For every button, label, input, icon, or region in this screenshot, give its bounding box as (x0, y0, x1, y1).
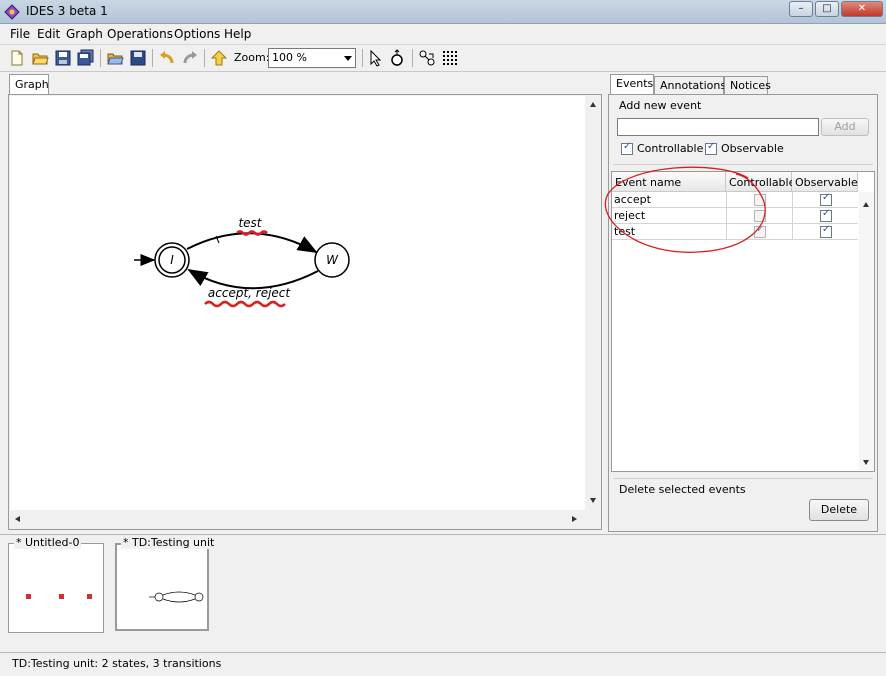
controllable-checkbox[interactable] (621, 141, 633, 155)
save-icon[interactable] (54, 49, 72, 67)
state-label: I (170, 253, 174, 267)
events-panel: Events Annotations Notices Add new event… (604, 72, 878, 532)
zoom-select[interactable]: 100 % (268, 48, 356, 68)
table-scrollbar[interactable] (859, 192, 874, 470)
menu-options[interactable]: Options (174, 27, 220, 41)
graph-panel: I W test accept, reject (8, 94, 602, 530)
grid-icon[interactable] (441, 49, 459, 67)
main-area: Graph I W test accept, reject Events Ann… (0, 72, 886, 534)
toolbar: Zoom: 100 % (0, 45, 886, 72)
delete-group-title: Delete selected events (619, 483, 746, 496)
maximize-button[interactable]: □ (815, 1, 839, 17)
tab-graph[interactable]: Graph (9, 74, 49, 94)
zoom-label: Zoom: (234, 51, 270, 64)
scroll-up-icon[interactable] (590, 102, 596, 107)
toolbar-separator (412, 49, 413, 67)
graph-canvas[interactable]: I W test accept, reject (10, 96, 585, 510)
menu-edit[interactable]: Edit (37, 27, 60, 41)
scroll-up-icon[interactable] (863, 202, 869, 207)
events-table: Event name Controllable Observable accep… (604, 166, 875, 472)
title-bar: IDES 3 beta 1 – □ ✕ (0, 0, 886, 24)
thumbnail-title: * Untitled-0 (14, 536, 82, 549)
menu-file[interactable]: File (10, 27, 30, 41)
open-folder-icon[interactable] (31, 49, 49, 67)
observable-cell-checkbox[interactable] (820, 224, 832, 238)
column-header-observable[interactable]: Observable (792, 172, 858, 192)
scroll-down-icon[interactable] (863, 460, 869, 465)
tab-annotations[interactable]: Annotations (654, 76, 726, 94)
toolbar-separator (204, 49, 205, 67)
observable-label: Observable (721, 142, 784, 155)
thumbnail-testing-unit[interactable] (115, 543, 209, 631)
app-icon (4, 4, 20, 20)
controllable-label: Controllable (637, 142, 704, 155)
state-W[interactable]: W (314, 242, 350, 278)
observable-checkbox[interactable] (705, 141, 717, 155)
menu-help[interactable]: Help (224, 27, 251, 41)
thumbnail-preview (26, 594, 92, 599)
red-circle-annotation (604, 166, 766, 253)
thumbnail-untitled-0[interactable] (8, 543, 104, 633)
scroll-left-icon[interactable] (15, 516, 20, 522)
new-event-input[interactable] (617, 118, 819, 136)
save-workspace-icon[interactable] (129, 49, 147, 67)
menu-graph[interactable]: Graph (66, 27, 103, 41)
menu-operations[interactable]: Operations (107, 27, 173, 41)
minimize-button[interactable]: – (789, 1, 813, 17)
delete-button[interactable]: Delete (809, 499, 869, 521)
events-tab-body: Add new event Add Controllable Observabl… (604, 94, 878, 532)
save-all-icon[interactable] (77, 49, 95, 67)
observable-cell-checkbox[interactable] (820, 208, 832, 222)
state-I[interactable]: I (154, 242, 190, 278)
undo-icon[interactable] (158, 49, 176, 67)
add-event-group-title: Add new event (619, 99, 702, 112)
create-state-icon[interactable] (389, 49, 407, 67)
transition-label: accept, reject (208, 286, 292, 300)
select-pointer-icon[interactable] (366, 49, 384, 67)
arrow-up-icon[interactable] (210, 49, 228, 67)
redo-icon[interactable] (181, 49, 199, 67)
column-divider (792, 192, 793, 240)
status-bar: TD:Testing unit: 2 states, 3 transitions (0, 652, 886, 676)
thumbnail-strip: * Untitled-0 * TD:Testing unit (0, 534, 886, 652)
open-workspace-icon[interactable] (106, 49, 124, 67)
toolbar-separator (362, 49, 363, 67)
new-file-icon[interactable] (8, 49, 26, 67)
thumbnail-preview (149, 591, 204, 603)
horizontal-scrollbar[interactable] (10, 510, 587, 529)
chevron-down-icon (344, 56, 352, 61)
graph-drawing: I W test accept, reject (134, 216, 350, 308)
observable-cell-checkbox[interactable] (820, 192, 832, 206)
menu-bar: File Edit Graph Operations Options Help (0, 24, 886, 45)
scroll-down-icon[interactable] (590, 498, 596, 503)
layout-icon[interactable] (418, 49, 436, 67)
window-title: IDES 3 beta 1 (26, 4, 108, 18)
toolbar-separator (152, 49, 153, 67)
transition-label: test (238, 216, 262, 230)
close-button[interactable]: ✕ (841, 1, 883, 17)
status-text: TD:Testing unit: 2 states, 3 transitions (12, 657, 222, 670)
thumbnail-title: * TD:Testing unit (121, 536, 217, 549)
state-label: W (326, 253, 339, 267)
tab-events[interactable]: Events (610, 74, 654, 94)
red-annotation-underline (204, 300, 286, 308)
divider (613, 478, 873, 479)
scroll-right-icon[interactable] (572, 516, 577, 522)
toolbar-separator (100, 49, 101, 67)
add-button[interactable]: Add (821, 118, 869, 136)
zoom-value: 100 % (272, 51, 307, 64)
vertical-scrollbar[interactable] (586, 96, 601, 510)
tab-notices[interactable]: Notices (724, 76, 771, 94)
transition-edge[interactable] (186, 232, 318, 253)
